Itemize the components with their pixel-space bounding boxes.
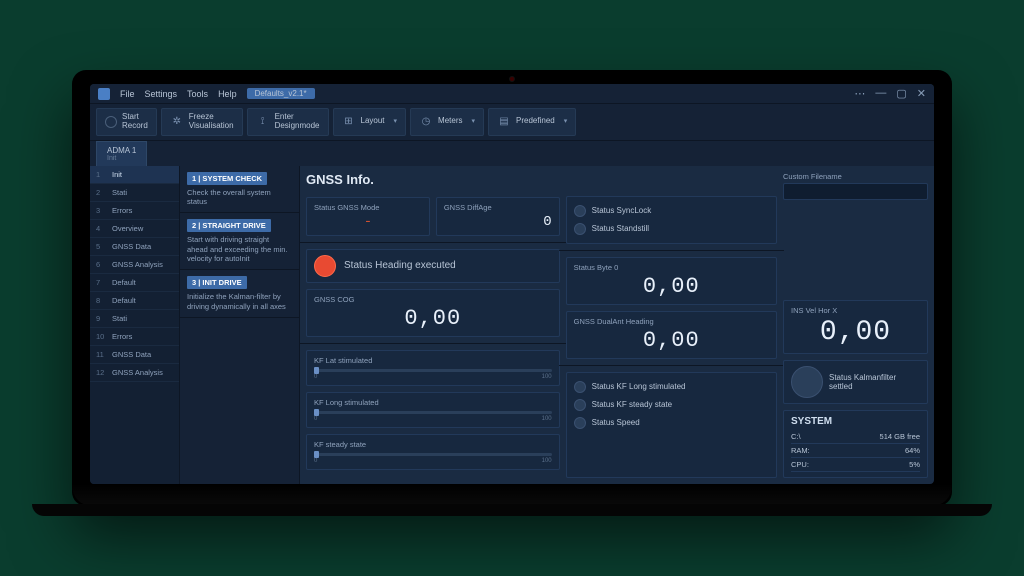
heading-status-panel: Status Heading executed xyxy=(306,249,560,283)
step-2: 2 | STRAIGHT DRIVEStart with driving str… xyxy=(180,213,299,270)
menubar: File Settings Tools Help Defaults_v2.1* … xyxy=(90,84,934,104)
standstill-indicator xyxy=(574,223,586,235)
synclock-indicator xyxy=(574,205,586,217)
byte0-panel: Status Byte 0 0,00 xyxy=(566,257,777,305)
sidenav-item-errors[interactable]: 3Errors xyxy=(90,202,179,220)
menu-tools[interactable]: Tools xyxy=(187,89,208,99)
sidenav-item-overview[interactable]: 4Overview xyxy=(90,220,179,238)
menu-help[interactable]: Help xyxy=(218,89,237,99)
layout-icon: ⊞ xyxy=(342,115,356,129)
sidenav-item-gnss-analysis[interactable]: 6GNSS Analysis xyxy=(90,256,179,274)
layout-dropdown[interactable]: ⊞ Layout xyxy=(333,108,407,136)
webcam-dot xyxy=(509,76,515,82)
dual-ant-panel: GNSS DualAnt Heading 0,00 xyxy=(566,311,777,359)
kf-long-panel: KF Long stimulated 0100 xyxy=(306,392,560,428)
step-column: 1 | SYSTEM CHECKCheck the overall system… xyxy=(180,166,300,484)
window-maximize-icon[interactable]: ▢ xyxy=(896,87,906,100)
window-more-icon[interactable]: ⋯ xyxy=(854,87,865,100)
sidenav-item-errors[interactable]: 10Errors xyxy=(90,328,179,346)
laptop-base xyxy=(72,484,952,506)
system-panel: SYSTEM C:\514 GB free RAM:64% CPU:5% xyxy=(783,410,928,478)
kalmanfilter-indicator xyxy=(791,366,823,398)
gauge-icon: ◷ xyxy=(419,115,433,129)
app-logo xyxy=(98,88,110,100)
gnss-mode-panel: Status GNSS Mode - xyxy=(306,197,430,236)
kf-steady-indicator xyxy=(574,399,586,411)
kf-lat-slider[interactable] xyxy=(314,369,552,372)
diff-age-panel: GNSS DiffAge 0 xyxy=(436,197,560,236)
predefined-dropdown[interactable]: ▤ Predefined xyxy=(488,108,576,136)
custom-filename-label: Custom Filename xyxy=(783,172,928,181)
sidenav-item-stati[interactable]: 9Stati xyxy=(90,310,179,328)
window-close-icon[interactable]: ✕ xyxy=(917,87,926,100)
gnss-cog-panel: GNSS COG 0,00 xyxy=(306,289,560,337)
kf-lat-panel: KF Lat stimulated 0100 xyxy=(306,350,560,386)
window-minimize-icon[interactable]: — xyxy=(875,87,886,100)
heading-status-indicator xyxy=(314,255,336,277)
sidenav-item-default[interactable]: 7Default xyxy=(90,274,179,292)
kf-status-panel: Status KF Long stimulated Status KF stea… xyxy=(566,372,777,478)
device-tabstrip: ADMA 1 Init xyxy=(90,141,934,166)
step-1: 1 | SYSTEM CHECKCheck the overall system… xyxy=(180,166,299,214)
synclock-panel: Status SyncLock Status Standstill xyxy=(566,196,777,244)
page-sidenav: 1Init2Stati3Errors4Overview5GNSS Data6GN… xyxy=(90,166,180,484)
freeze-visualisation-button[interactable]: ✲ Freeze Visualisation xyxy=(161,108,243,136)
custom-filename-input[interactable] xyxy=(783,183,928,200)
step-3: 3 | INIT DRIVEInitialize the Kalman-filt… xyxy=(180,270,299,318)
toolbar: Start Record ✲ Freeze Visualisation ⟟ En… xyxy=(90,104,934,141)
ins-vel-panel: INS Vel Hor X 0,00 xyxy=(783,300,928,354)
sidenav-item-gnss-data[interactable]: 5GNSS Data xyxy=(90,238,179,256)
sidenav-item-gnss-data[interactable]: 11GNSS Data xyxy=(90,346,179,364)
kf-steady-panel: KF steady state 0100 xyxy=(306,434,560,470)
sidenav-item-gnss-analysis[interactable]: 12GNSS Analysis xyxy=(90,364,179,382)
compass-icon: ⟟ xyxy=(256,115,270,129)
preset-icon: ▤ xyxy=(497,115,511,129)
sidenav-item-stati[interactable]: 2Stati xyxy=(90,184,179,202)
record-icon xyxy=(105,116,117,128)
device-tab-adma1[interactable]: ADMA 1 Init xyxy=(96,141,147,166)
sidenav-item-init[interactable]: 1Init xyxy=(90,166,179,184)
snowflake-icon: ✲ xyxy=(170,115,184,129)
meters-dropdown[interactable]: ◷ Meters xyxy=(410,108,484,136)
config-tab[interactable]: Defaults_v2.1* xyxy=(247,88,315,99)
enter-designmode-button[interactable]: ⟟ Enter Designmode xyxy=(247,108,329,136)
kf-long-slider[interactable] xyxy=(314,411,552,414)
app-window: File Settings Tools Help Defaults_v2.1* … xyxy=(90,84,934,484)
start-record-button[interactable]: Start Record xyxy=(96,108,157,136)
section-title: GNSS Info. xyxy=(306,172,560,187)
speed-indicator xyxy=(574,417,586,429)
kf-steady-slider[interactable] xyxy=(314,453,552,456)
kf-long-stim-indicator xyxy=(574,381,586,393)
menu-file[interactable]: File xyxy=(120,89,135,99)
kalmanfilter-panel: Status Kalmanfilter settled xyxy=(783,360,928,404)
sidenav-item-default[interactable]: 8Default xyxy=(90,292,179,310)
menu-settings[interactable]: Settings xyxy=(145,89,178,99)
